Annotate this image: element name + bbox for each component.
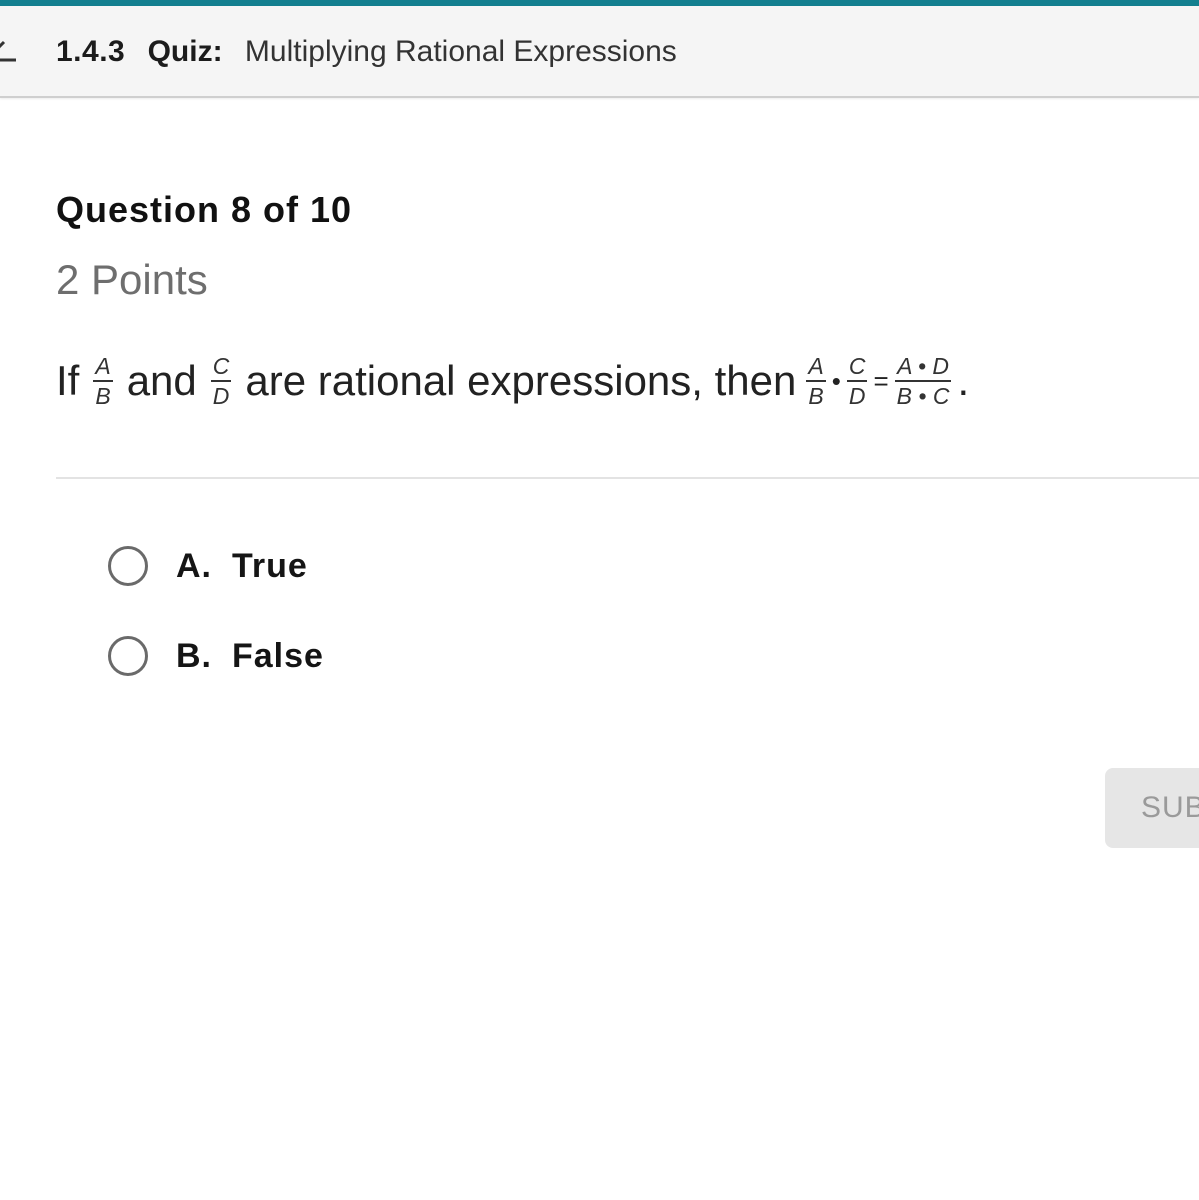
- quiz-header: 1.4.3 Quiz: Multiplying Rational Express…: [0, 6, 1199, 98]
- fraction-denominator: D: [848, 383, 866, 409]
- multiply-dot: •: [831, 365, 841, 396]
- fraction-numerator: C: [212, 353, 230, 379]
- fraction-numerator: A: [808, 353, 824, 379]
- quiz-name: Multiplying Rational Expressions: [244, 35, 677, 68]
- fraction-a-over-b: A B: [93, 353, 113, 409]
- question-prompt: If A B and C D are rational expressions,…: [56, 346, 969, 416]
- divider: [56, 477, 1199, 479]
- fraction-denominator: B: [808, 383, 824, 409]
- equation-left-fraction: A B: [806, 353, 826, 409]
- back-arrow-icon[interactable]: [0, 38, 20, 64]
- fraction-numerator: C: [848, 353, 866, 379]
- submit-button[interactable]: SUB: [1105, 768, 1199, 848]
- question-points: 2 Points: [56, 256, 208, 303]
- fraction-denominator: D: [212, 383, 230, 409]
- option-a[interactable]: A. True: [108, 541, 308, 591]
- section-code: 1.4.3: [56, 35, 126, 68]
- question-number: Question 8 of 10: [56, 189, 353, 230]
- equation-result-fraction: A • D B • C: [894, 353, 952, 409]
- option-letter: B.: [176, 636, 212, 675]
- equation-right-fraction: C D: [846, 353, 868, 409]
- math-equation: A B • C D = A • D B • C: [802, 354, 955, 408]
- prompt-text-main: are rational expressions, then: [245, 357, 797, 404]
- option-label: False: [232, 636, 324, 675]
- fraction-denominator: B: [95, 383, 111, 409]
- equals-sign: =: [873, 365, 889, 396]
- fraction-denominator: B • C: [896, 383, 950, 409]
- quiz-label: Quiz:: [147, 35, 223, 68]
- option-b[interactable]: B. False: [108, 631, 324, 681]
- prompt-text-and: and: [126, 357, 197, 404]
- fraction-numerator: A • D: [897, 353, 949, 379]
- option-label: True: [232, 546, 308, 585]
- prompt-period: .: [957, 357, 970, 404]
- prompt-text-if: If: [56, 357, 80, 404]
- quiz-title: 1.4.3 Quiz: Multiplying Rational Express…: [56, 34, 677, 70]
- option-letter: A.: [176, 546, 212, 585]
- fraction-numerator: A: [95, 353, 111, 379]
- radio-button-icon[interactable]: [108, 546, 148, 586]
- fraction-c-over-d: C D: [210, 353, 232, 409]
- radio-button-icon[interactable]: [108, 636, 148, 676]
